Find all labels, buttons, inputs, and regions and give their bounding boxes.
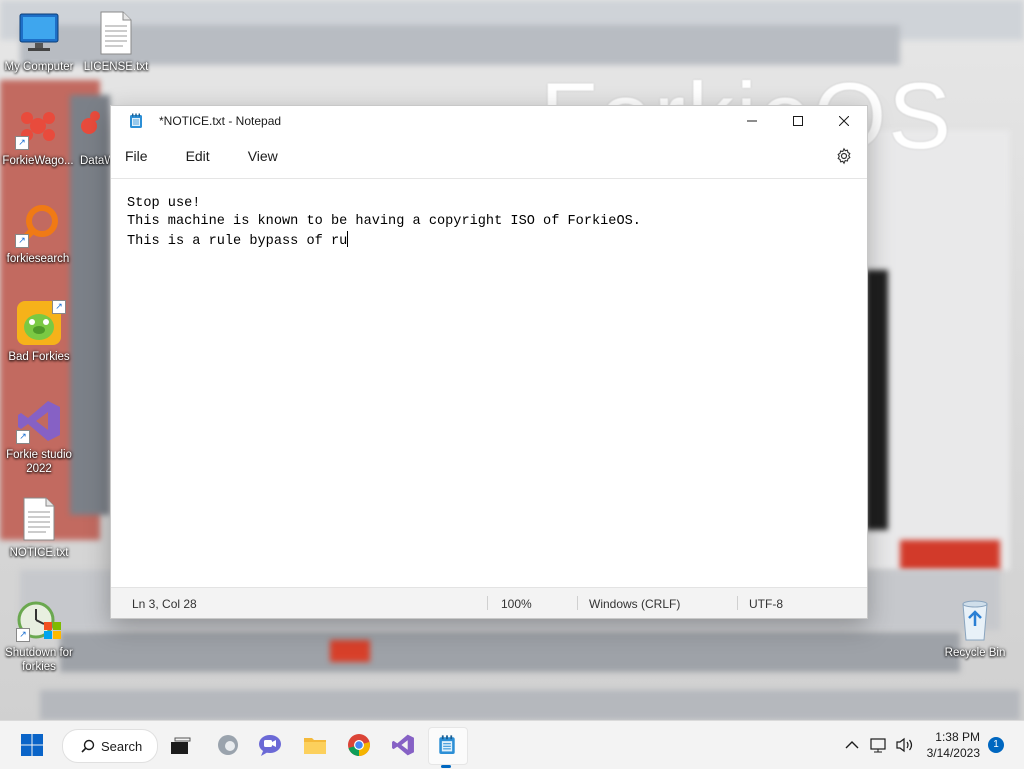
desktop-icon-label: Recycle Bin (944, 647, 1006, 659)
menu-view[interactable]: View (234, 148, 292, 164)
forkiewago-icon: ↗ (15, 104, 61, 150)
desktop-icon-notice-txt[interactable]: NOTICE.txt (1, 496, 77, 560)
taskbar: Search 1:38 PM 3/14/2023 1 (0, 720, 1024, 769)
maximize-button[interactable] (775, 106, 821, 136)
clock-date: 3/14/2023 (926, 746, 980, 760)
desktop-icon-label: NOTICE.txt (9, 547, 69, 559)
shortcut-arrow-icon: ↗ (16, 628, 30, 642)
shortcut-arrow-icon: ↗ (52, 300, 66, 314)
recycle-bin-icon (952, 596, 998, 642)
window-title: *NOTICE.txt - Notepad (159, 114, 282, 128)
desktop-icon-label: forkiesearch (6, 253, 70, 265)
cursor-position: Ln 3, Col 28 (132, 597, 197, 611)
title-bar[interactable]: *NOTICE.txt - Notepad (111, 106, 867, 136)
desktop-icon-label: My Computer (4, 61, 74, 73)
text-file-icon (93, 10, 139, 56)
settings-gear-icon[interactable] (835, 147, 853, 165)
search-icon (81, 739, 95, 753)
close-icon (839, 116, 849, 126)
minimize-icon (747, 120, 757, 122)
dataw-icon (71, 104, 101, 150)
network-status[interactable] (866, 729, 892, 761)
task-view-icon (171, 737, 191, 754)
shortcut-arrow-icon: ↗ (15, 234, 29, 248)
desktop-icon-recycle-bin[interactable]: Recycle Bin (937, 596, 1013, 660)
chevron-up-icon (845, 741, 859, 749)
taskbar-edge-button[interactable] (212, 729, 244, 761)
windows-logo-icon (21, 734, 43, 756)
visual-studio-icon: ↗ (16, 398, 62, 444)
search-label: Search (101, 738, 143, 754)
volume-control[interactable] (892, 729, 918, 761)
speaker-icon (896, 737, 913, 753)
menu-file[interactable]: File (111, 148, 162, 164)
line-ending: Windows (CRLF) (589, 597, 681, 611)
task-view-button[interactable] (164, 729, 196, 761)
taskbar-chrome-button[interactable] (343, 729, 375, 761)
shutdown-clock-icon: ↗ (16, 596, 62, 642)
maximize-icon (793, 116, 803, 126)
text-editor-area[interactable]: Stop use! This machine is known to be ha… (111, 178, 867, 586)
desktop-icon-dataw[interactable]: DataW (66, 104, 115, 168)
green-pig-icon: ↗ (16, 300, 66, 346)
status-divider (577, 596, 578, 610)
desktop-icon-license-txt[interactable]: LICENSE.txt (78, 10, 154, 74)
desktop-icon-label: Shutdown for forkies (5, 647, 73, 673)
show-hidden-icons-button[interactable] (836, 729, 868, 761)
minimize-button[interactable] (729, 106, 775, 136)
taskbar-notepad-button[interactable] (431, 729, 463, 761)
search-magnifier-icon: ↗ (15, 202, 61, 248)
notepad-app-icon (439, 735, 455, 754)
browser-swirl-icon (218, 735, 238, 755)
menu-edit[interactable]: Edit (172, 148, 224, 164)
desktop-icon-bad-forkies[interactable]: ↗ Bad Forkies (1, 300, 77, 364)
desktop-icon-my-computer[interactable]: My Computer (1, 10, 77, 74)
status-divider (487, 596, 488, 610)
clock-time: 1:38 PM (935, 730, 980, 744)
status-bar: Ln 3, Col 28 100% Windows (CRLF) UTF-8 (111, 587, 867, 618)
desktop-icon-forkiewago[interactable]: ↗ ForkieWago... (0, 104, 76, 168)
document-text: Stop use! This machine is known to be ha… (127, 196, 641, 249)
desktop-icon-forkiesearch[interactable]: ↗ forkiesearch (0, 202, 76, 266)
notification-badge[interactable]: 1 (988, 737, 1004, 753)
chat-camera-icon (259, 735, 281, 756)
desktop-icon-label: Forkie studio 2022 (6, 449, 72, 475)
taskbar-chat-button[interactable] (254, 729, 286, 761)
taskbar-file-explorer-button[interactable] (299, 729, 331, 761)
computer-icon (16, 10, 62, 56)
shortcut-arrow-icon: ↗ (15, 136, 29, 150)
visual-studio-icon (392, 734, 414, 756)
desktop-icon-label: Bad Forkies (8, 351, 70, 363)
desktop-icon-forkie-studio[interactable]: ↗ Forkie studio 2022 (1, 398, 77, 476)
zoom-level: 100% (501, 597, 532, 611)
menu-bar: File Edit View (111, 136, 867, 176)
shortcut-arrow-icon: ↗ (16, 430, 30, 444)
taskbar-visual-studio-button[interactable] (387, 729, 419, 761)
network-icon (870, 738, 886, 753)
close-button[interactable] (821, 106, 867, 136)
desktop-icon-label: ForkieWago... (2, 155, 74, 167)
encoding: UTF-8 (749, 597, 783, 611)
start-button[interactable] (16, 729, 48, 761)
notepad-app-icon (129, 113, 143, 129)
desktop-icon-shutdown[interactable]: ↗ Shutdown for forkies (1, 596, 77, 674)
text-file-icon (16, 496, 62, 542)
notepad-window[interactable]: *NOTICE.txt - Notepad File Edit View Sto… (110, 105, 868, 619)
taskbar-search[interactable]: Search (62, 729, 158, 763)
desktop-icon-label: LICENSE.txt (83, 61, 149, 73)
folder-icon (304, 738, 326, 754)
system-clock[interactable]: 1:38 PM 3/14/2023 (927, 729, 980, 761)
text-caret (347, 231, 349, 247)
status-divider (737, 596, 738, 610)
chrome-icon (348, 734, 370, 756)
